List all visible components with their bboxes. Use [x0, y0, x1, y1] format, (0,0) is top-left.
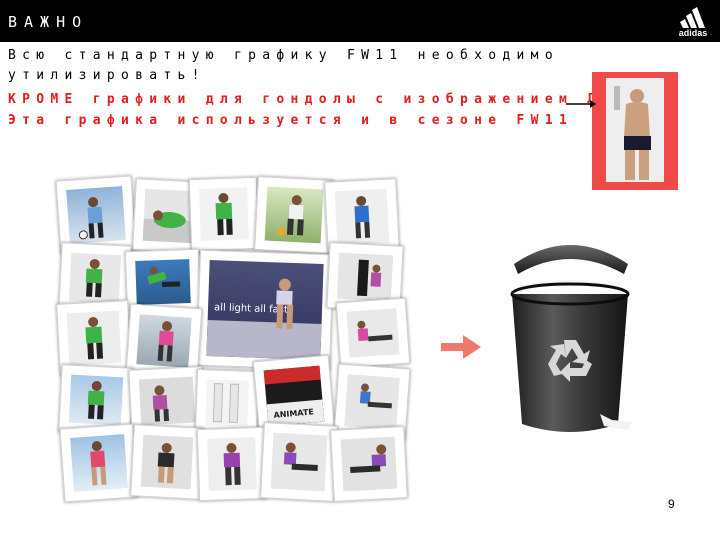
graphics-collage: all light all fast ANIMATE — [55, 172, 416, 503]
collage-photo — [330, 426, 408, 502]
lukas-poster — [592, 72, 678, 190]
collage-photo — [196, 426, 268, 502]
instruction-line-2: утилизировать! — [8, 68, 206, 83]
collage-photo — [188, 176, 260, 252]
page-number: 9 — [668, 497, 675, 511]
adidas-logo-icon: adidas — [675, 4, 711, 38]
page-title: ВАЖНО — [8, 13, 89, 31]
collage-photo — [335, 297, 411, 369]
collage-photo — [254, 176, 334, 254]
recycle-bin-icon — [510, 245, 632, 432]
arrow-icon — [441, 335, 481, 359]
collage-photo — [59, 423, 139, 503]
poster-photo — [606, 78, 664, 182]
collage-photo — [130, 424, 204, 500]
collage-photo — [260, 422, 338, 502]
header-bar: ВАЖНО adidas — [0, 0, 720, 42]
instruction-line-1: Всю стандартную графику FW11 необходимо — [8, 48, 559, 63]
arrow-icon — [566, 100, 596, 108]
collage-photo-large: all light all fast — [196, 249, 334, 371]
logo-text: adidas — [678, 28, 708, 38]
exception-line-2: Эта графика используется и в сезоне FW11 — [8, 113, 574, 128]
